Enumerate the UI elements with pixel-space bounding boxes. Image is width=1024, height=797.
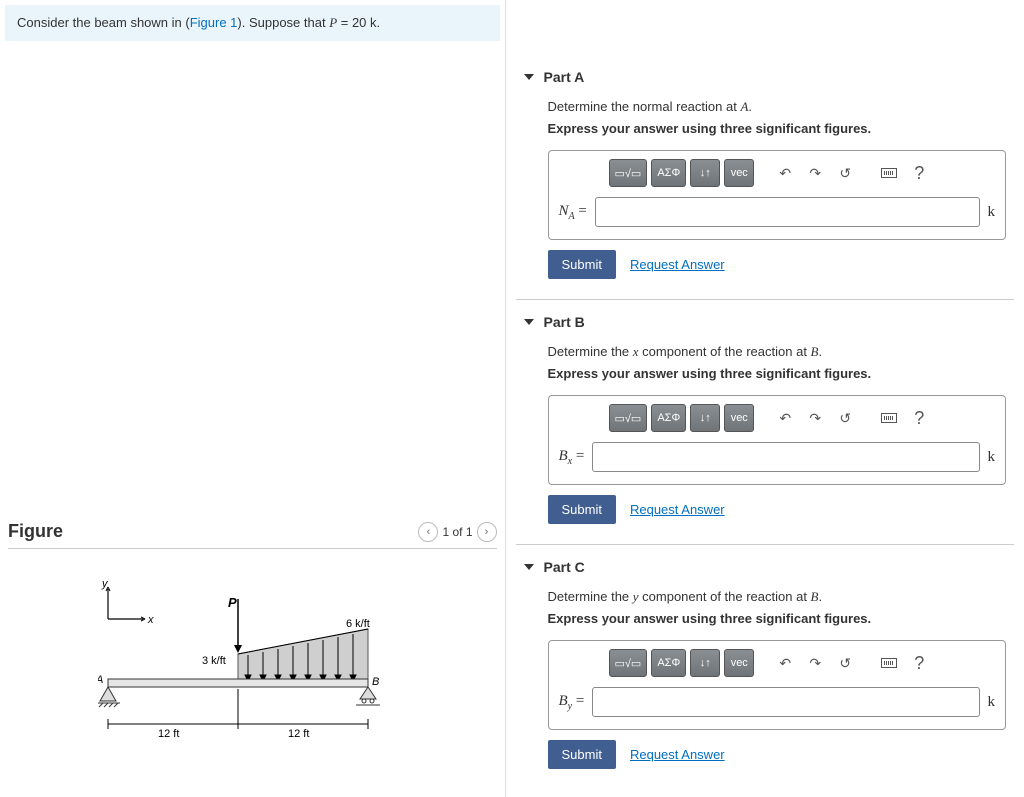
- part-b-unit: k: [988, 449, 996, 466]
- var-P: P: [329, 15, 337, 30]
- tool-vec-button[interactable]: vec: [724, 649, 754, 677]
- support-B-label: B: [372, 676, 379, 688]
- undo-button[interactable]: ↶: [772, 650, 798, 676]
- support-A-label: A: [98, 674, 103, 686]
- collapse-toggle-icon[interactable]: [524, 74, 534, 80]
- stmt-suffix: ). Suppose that: [237, 15, 329, 30]
- redo-button[interactable]: ↷: [802, 405, 828, 431]
- keyboard-button[interactable]: [876, 405, 902, 431]
- right-panel: Part A Determine the normal reaction at …: [506, 0, 1024, 797]
- redo-button[interactable]: ↷: [802, 160, 828, 186]
- left-panel: Consider the beam shown in (Figure 1). S…: [0, 0, 505, 797]
- tool-greek-button[interactable]: ΑΣΦ: [651, 159, 686, 187]
- redo-button[interactable]: ↷: [802, 650, 828, 676]
- figure-image: y x P: [8, 549, 497, 762]
- part-c-var-label: By =: [559, 693, 585, 712]
- part-c-answer-box: ▭√▭ ΑΣΦ ↓↑ vec ↶ ↷ ↺ ? By = k: [548, 640, 1007, 730]
- span-left-label: 12 ft: [158, 728, 179, 740]
- part-a-unit: k: [988, 204, 996, 221]
- tool-templates-button[interactable]: ▭√▭: [609, 404, 648, 432]
- eq-toolbar: ▭√▭ ΑΣΦ ↓↑ vec ↶ ↷ ↺ ?: [559, 159, 996, 187]
- load-P-label: P: [228, 595, 237, 610]
- part-b: Part B Determine the x component of the …: [516, 299, 1015, 524]
- part-a-submit-button[interactable]: Submit: [548, 250, 616, 279]
- part-b-var-label: Bx =: [559, 448, 585, 467]
- part-c-submit-button[interactable]: Submit: [548, 740, 616, 769]
- part-a-var-label: NA =: [559, 203, 587, 222]
- figure-heading: Figure: [8, 521, 63, 542]
- pager-next-button[interactable]: ›: [477, 522, 497, 542]
- part-c-title: Part C: [544, 559, 585, 575]
- figure-pager: ‹ 1 of 1 ›: [418, 522, 496, 542]
- tool-vec-button[interactable]: vec: [724, 159, 754, 187]
- collapse-toggle-icon[interactable]: [524, 564, 534, 570]
- undo-button[interactable]: ↶: [772, 160, 798, 186]
- keyboard-icon: [881, 413, 897, 423]
- keyboard-icon: [881, 658, 897, 668]
- figure-block: Figure ‹ 1 of 1 › y x P: [0, 521, 505, 762]
- part-b-answer-box: ▭√▭ ΑΣΦ ↓↑ vec ↶ ↷ ↺ ? Bx = k: [548, 395, 1007, 485]
- part-b-prompt: Determine the x component of the reactio…: [548, 344, 1007, 360]
- help-button[interactable]: ?: [906, 405, 932, 431]
- part-b-instruction: Express your answer using three signific…: [548, 366, 1007, 381]
- figure-link[interactable]: Figure 1: [190, 15, 238, 30]
- tool-arrows-button[interactable]: ↓↑: [690, 404, 720, 432]
- pager-prev-button[interactable]: ‹: [418, 522, 438, 542]
- part-a-request-answer-link[interactable]: Request Answer: [630, 257, 725, 272]
- tool-vec-button[interactable]: vec: [724, 404, 754, 432]
- part-a-answer-input[interactable]: [595, 197, 980, 227]
- stmt-eq: = 20 k.: [337, 15, 380, 30]
- stmt-prefix: Consider the beam shown in (: [17, 15, 190, 30]
- keyboard-button[interactable]: [876, 650, 902, 676]
- undo-button[interactable]: ↶: [772, 405, 798, 431]
- part-a-instruction: Express your answer using three signific…: [548, 121, 1007, 136]
- load-right-label: 6 k/ft: [346, 618, 370, 630]
- part-b-request-answer-link[interactable]: Request Answer: [630, 502, 725, 517]
- eq-toolbar: ▭√▭ ΑΣΦ ↓↑ vec ↶ ↷ ↺ ?: [559, 404, 996, 432]
- beam-diagram: y x P: [98, 579, 398, 749]
- figure-header: Figure ‹ 1 of 1 ›: [8, 521, 497, 549]
- part-c-answer-input[interactable]: [592, 687, 979, 717]
- keyboard-button[interactable]: [876, 160, 902, 186]
- reset-button[interactable]: ↺: [832, 160, 858, 186]
- part-c: Part C Determine the y component of the …: [516, 544, 1015, 769]
- reset-button[interactable]: ↺: [832, 405, 858, 431]
- eq-toolbar: ▭√▭ ΑΣΦ ↓↑ vec ↶ ↷ ↺ ?: [559, 649, 996, 677]
- tool-arrows-button[interactable]: ↓↑: [690, 649, 720, 677]
- tool-templates-button[interactable]: ▭√▭: [609, 159, 648, 187]
- part-a-title: Part A: [544, 69, 585, 85]
- tool-templates-button[interactable]: ▭√▭: [609, 649, 648, 677]
- axis-x-label: x: [147, 614, 154, 626]
- part-c-unit: k: [988, 694, 996, 711]
- collapse-toggle-icon[interactable]: [524, 319, 534, 325]
- part-c-instruction: Express your answer using three signific…: [548, 611, 1007, 626]
- reset-button[interactable]: ↺: [832, 650, 858, 676]
- problem-statement: Consider the beam shown in (Figure 1). S…: [5, 5, 500, 41]
- part-b-answer-input[interactable]: [592, 442, 979, 472]
- part-a-prompt: Determine the normal reaction at A.: [548, 99, 1007, 115]
- part-b-submit-button[interactable]: Submit: [548, 495, 616, 524]
- part-c-prompt: Determine the y component of the reactio…: [548, 589, 1007, 605]
- tool-arrows-button[interactable]: ↓↑: [690, 159, 720, 187]
- pager-label: 1 of 1: [442, 525, 472, 539]
- load-left-label: 3 k/ft: [202, 655, 226, 667]
- part-b-title: Part B: [544, 314, 585, 330]
- span-right-label: 12 ft: [288, 728, 309, 740]
- part-c-request-answer-link[interactable]: Request Answer: [630, 747, 725, 762]
- tool-greek-button[interactable]: ΑΣΦ: [651, 649, 686, 677]
- tool-greek-button[interactable]: ΑΣΦ: [651, 404, 686, 432]
- keyboard-icon: [881, 168, 897, 178]
- part-a: Part A Determine the normal reaction at …: [516, 55, 1015, 279]
- help-button[interactable]: ?: [906, 160, 932, 186]
- part-a-answer-box: ▭√▭ ΑΣΦ ↓↑ vec ↶ ↷ ↺ ? NA = k: [548, 150, 1007, 240]
- help-button[interactable]: ?: [906, 650, 932, 676]
